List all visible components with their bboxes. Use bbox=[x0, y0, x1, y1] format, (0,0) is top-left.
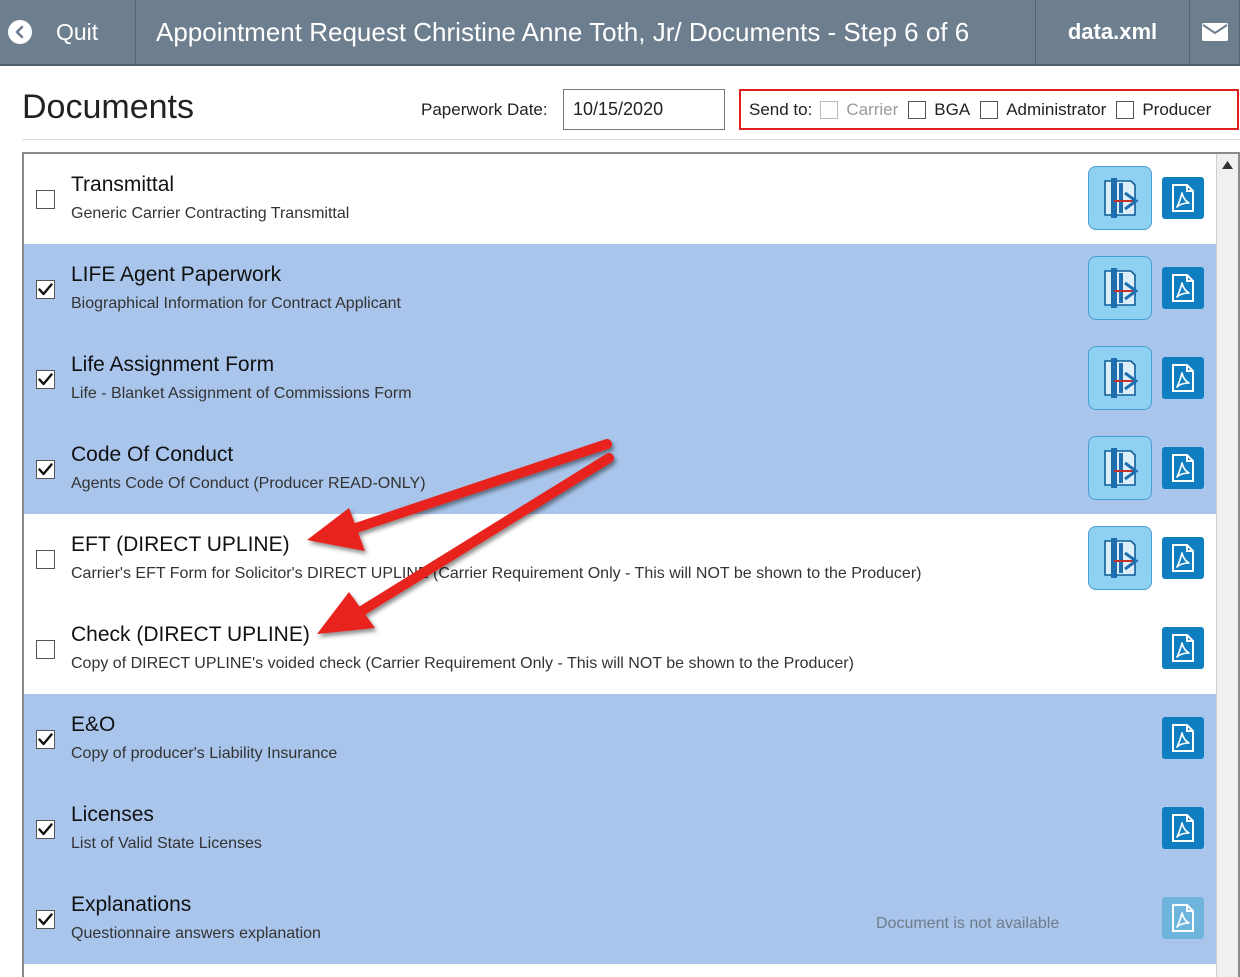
document-description: Questionnaire answers explanation bbox=[71, 925, 321, 942]
scrollbar-thumb[interactable] bbox=[1220, 178, 1235, 977]
document-description: Life - Blanket Assignment of Commissions… bbox=[71, 385, 412, 402]
pdf-button[interactable] bbox=[1162, 537, 1204, 579]
pdf-button[interactable] bbox=[1162, 447, 1204, 489]
pdf-button[interactable] bbox=[1162, 267, 1204, 309]
document-description: Agents Code Of Conduct (Producer READ-ON… bbox=[71, 475, 426, 492]
document-row[interactable]: Check (DIRECT UPLINE) Copy of DIRECT UPLI… bbox=[24, 604, 1216, 694]
send-to-bga-label: BGA bbox=[934, 99, 971, 119]
document-row[interactable]: Life Assignment Form Life - Blanket Assig… bbox=[24, 334, 1216, 424]
document-name: Life Assignment Form bbox=[71, 353, 275, 376]
form-editor-icon bbox=[1104, 358, 1139, 398]
document-checkbox[interactable] bbox=[36, 280, 55, 299]
document-row[interactable]: EFT (DIRECT UPLINE) Carrier's EFT Form fo… bbox=[24, 514, 1216, 604]
form-editor-icon bbox=[1104, 268, 1139, 308]
document-description: Carrier's EFT Form for Solicitor's DIREC… bbox=[71, 565, 922, 582]
document-name: LIFE Agent Paperwork bbox=[71, 263, 282, 286]
pdf-button bbox=[1162, 897, 1204, 939]
form-editor-icon bbox=[1104, 178, 1139, 218]
send-to-administrator-checkbox[interactable] bbox=[980, 100, 999, 119]
form-editor-icon bbox=[1104, 538, 1139, 578]
pdf-icon bbox=[1172, 904, 1194, 932]
send-to-producer-checkbox[interactable] bbox=[1116, 100, 1135, 119]
edit-form-button[interactable] bbox=[1088, 256, 1152, 320]
pdf-button[interactable] bbox=[1162, 717, 1204, 759]
document-name: EFT (DIRECT UPLINE) bbox=[71, 533, 290, 556]
edit-form-button[interactable] bbox=[1088, 436, 1152, 500]
document-checkbox[interactable] bbox=[36, 640, 55, 659]
quit-button[interactable]: Quit bbox=[0, 0, 136, 64]
vertical-scrollbar[interactable] bbox=[1216, 154, 1238, 977]
data-xml-button[interactable]: data.xml bbox=[1036, 0, 1190, 64]
documents-list: Transmittal Generic Carrier Contracting T… bbox=[22, 152, 1240, 977]
back-circle-icon bbox=[8, 20, 32, 44]
document-checkbox[interactable] bbox=[36, 910, 55, 929]
form-editor-icon bbox=[1104, 448, 1139, 488]
checkmark-icon bbox=[38, 283, 53, 296]
document-description: Copy of producer's Liability Insurance bbox=[71, 745, 338, 762]
edit-form-button[interactable] bbox=[1088, 526, 1152, 590]
document-name: Code Of Conduct bbox=[71, 443, 234, 466]
pdf-button[interactable] bbox=[1162, 357, 1204, 399]
document-row[interactable]: Explanations Questionnaire answers explan… bbox=[24, 874, 1216, 964]
document-description: Generic Carrier Contracting Transmittal bbox=[71, 205, 350, 222]
checkmark-icon bbox=[38, 823, 53, 836]
document-name: Licenses bbox=[71, 803, 154, 826]
checkmark-icon bbox=[38, 373, 53, 386]
edit-form-button[interactable] bbox=[1088, 166, 1152, 230]
document-description: List of Valid State Licenses bbox=[71, 835, 262, 852]
document-name: Explanations bbox=[71, 893, 192, 916]
send-to-bga-checkbox[interactable] bbox=[908, 100, 927, 119]
document-row[interactable]: E&O Copy of producer's Liability Insuranc… bbox=[24, 694, 1216, 784]
checkmark-icon bbox=[38, 733, 53, 746]
document-checkbox[interactable] bbox=[36, 550, 55, 569]
scroll-up-arrow-icon[interactable] bbox=[1217, 154, 1238, 176]
checkmark-icon bbox=[38, 913, 53, 926]
document-name: Check (DIRECT UPLINE) bbox=[71, 623, 310, 646]
document-name: E&O bbox=[71, 713, 116, 736]
document-checkbox[interactable] bbox=[36, 370, 55, 389]
document-row[interactable]: LIFE Agent Paperwork Biographical Informa… bbox=[24, 244, 1216, 334]
document-row[interactable]: Code Of Conduct Agents Code Of Conduct (P… bbox=[24, 424, 1216, 514]
send-to-carrier-checkbox[interactable] bbox=[820, 100, 839, 119]
pdf-icon bbox=[1172, 364, 1194, 392]
document-checkbox[interactable] bbox=[36, 460, 55, 479]
edit-form-button[interactable] bbox=[1088, 346, 1152, 410]
mail-button[interactable] bbox=[1190, 0, 1240, 64]
pdf-icon bbox=[1172, 274, 1194, 302]
top-bar: Quit Appointment Request Christine Anne … bbox=[0, 0, 1240, 66]
document-name: Transmittal bbox=[71, 173, 175, 196]
send-to-administrator-label: Administrator bbox=[1006, 99, 1107, 119]
document-description: Copy of DIRECT UPLINE's voided check (Ca… bbox=[71, 655, 854, 672]
documents-header: Documents Paperwork Date: Send to: Carri… bbox=[22, 84, 1240, 140]
document-checkbox[interactable] bbox=[36, 820, 55, 839]
paperwork-date-label: Paperwork Date: bbox=[421, 100, 548, 119]
send-to-label: Send to: bbox=[749, 99, 813, 119]
pdf-icon bbox=[1172, 724, 1194, 752]
document-description: Biographical Information for Contract Ap… bbox=[71, 295, 401, 312]
send-to-carrier-label: Carrier bbox=[846, 99, 899, 119]
document-row[interactable]: Licenses List of Valid State Licenses bbox=[24, 784, 1216, 874]
document-checkbox[interactable] bbox=[36, 190, 55, 209]
quit-label: Quit bbox=[56, 18, 99, 45]
document-row[interactable]: Transmittal Generic Carrier Contracting T… bbox=[24, 154, 1216, 244]
pdf-icon bbox=[1172, 454, 1194, 482]
checkmark-icon bbox=[38, 463, 53, 476]
document-status-text: Document is not available bbox=[876, 915, 1060, 932]
document-checkbox[interactable] bbox=[36, 730, 55, 749]
pdf-button[interactable] bbox=[1162, 807, 1204, 849]
send-to-group: Send to: Carrier BGA Administrator Produ… bbox=[739, 89, 1239, 130]
pdf-icon bbox=[1172, 814, 1194, 842]
pdf-icon bbox=[1172, 544, 1194, 572]
send-to-producer-label: Producer bbox=[1142, 99, 1212, 119]
pdf-button[interactable] bbox=[1162, 627, 1204, 669]
page-title: Appointment Request Christine Anne Toth,… bbox=[136, 0, 1036, 64]
documents-heading: Documents bbox=[22, 88, 194, 126]
pdf-icon bbox=[1172, 634, 1194, 662]
paperwork-date-input[interactable] bbox=[563, 89, 725, 130]
envelope-icon bbox=[1201, 23, 1228, 41]
pdf-button[interactable] bbox=[1162, 177, 1204, 219]
pdf-icon bbox=[1172, 184, 1194, 212]
